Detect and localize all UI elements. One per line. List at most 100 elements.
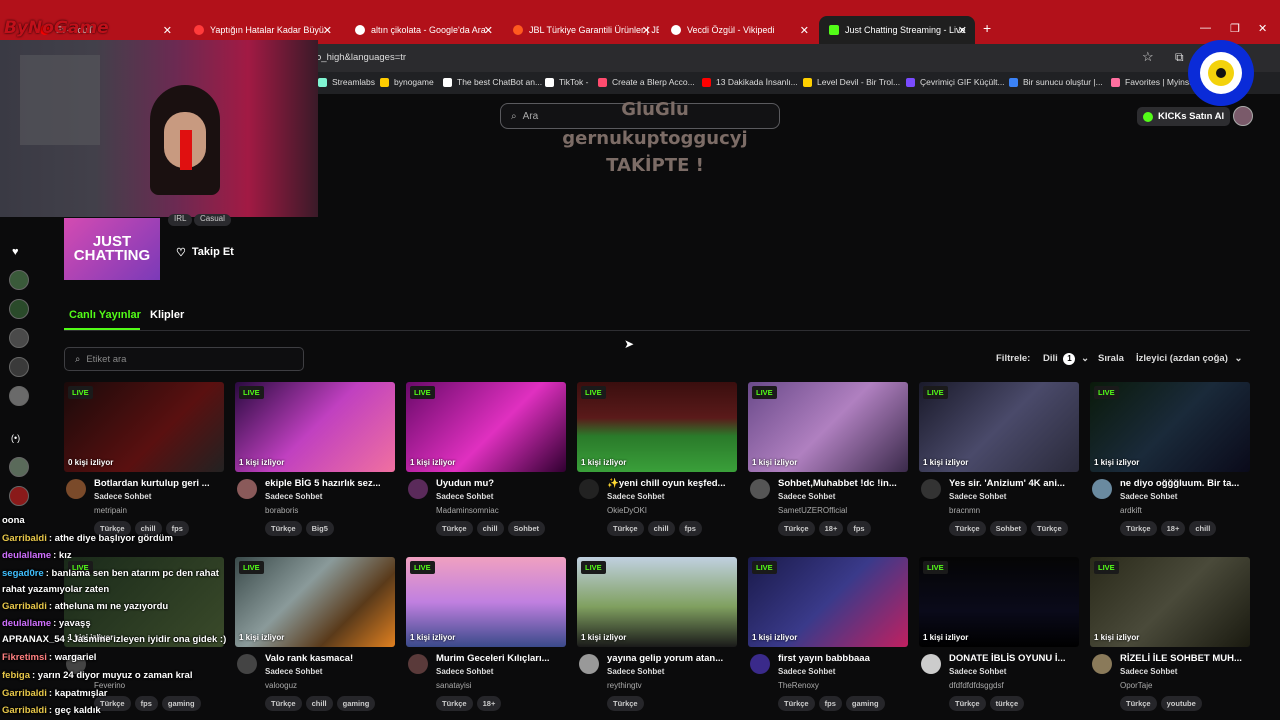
stream-thumbnail[interactable]: LIVE 1 kişi izliyor bbox=[577, 382, 737, 472]
close-icon[interactable]: ✕ bbox=[323, 24, 332, 37]
channel-avatar[interactable] bbox=[1092, 479, 1112, 499]
browser-tab-kick[interactable]: Just Chatting Streaming - Live ✕ bbox=[819, 16, 975, 44]
channel-avatar[interactable] bbox=[921, 654, 941, 674]
stream-card[interactable]: LIVE 1 kişi izliyor Yes sir. 'Anizium' 4… bbox=[919, 382, 1079, 542]
stream-title[interactable]: yayına gelip yorum atan... bbox=[607, 653, 735, 664]
following-heart-icon[interactable]: ♥ bbox=[12, 246, 19, 258]
sort-select[interactable]: İzleyici (azdan çoğa) ⌄ bbox=[1136, 353, 1242, 364]
tag-chip[interactable]: Türkçe bbox=[949, 521, 986, 536]
stream-thumbnail[interactable]: LIVE 1 kişi izliyor bbox=[1090, 557, 1250, 647]
stream-thumbnail[interactable]: LIVE 1 kişi izliyor bbox=[406, 557, 566, 647]
tag-chip[interactable]: Türkçe bbox=[265, 696, 302, 711]
sidebar-avatar[interactable] bbox=[9, 486, 29, 506]
tag-chip[interactable]: Türkçe bbox=[778, 696, 815, 711]
stream-category[interactable]: Sadece Sohbet bbox=[265, 667, 322, 676]
sidebar-avatar[interactable] bbox=[9, 386, 29, 406]
close-icon[interactable]: ✕ bbox=[958, 24, 967, 37]
tab-clips[interactable]: Klipler bbox=[150, 309, 184, 321]
channel-name[interactable]: reythingtv bbox=[607, 681, 642, 690]
channel-avatar[interactable] bbox=[408, 479, 428, 499]
tag-chip[interactable]: Sohbet bbox=[989, 521, 1028, 536]
language-filter[interactable]: Dili 1 ⌄ bbox=[1043, 353, 1089, 365]
channel-name[interactable]: OporTaje bbox=[1120, 681, 1152, 690]
url-text[interactable]: o_high&languages=tr bbox=[316, 52, 406, 63]
stream-title[interactable]: DONATE İBLİS OYUNU İ... bbox=[949, 653, 1077, 664]
stream-card[interactable]: LIVE 1 kişi izliyor Sohbet,Muhabbet !dc … bbox=[748, 382, 908, 542]
stream-title[interactable]: RİZELİ İLE SOHBET MUH... bbox=[1120, 653, 1248, 664]
channel-avatar[interactable] bbox=[408, 654, 428, 674]
channel-name[interactable]: sanatayisi bbox=[436, 681, 472, 690]
channel-name[interactable]: metripain bbox=[94, 506, 127, 515]
stream-card[interactable]: LIVE 1 kişi izliyor DONATE İBLİS OYUNU İ… bbox=[919, 557, 1079, 717]
stream-category[interactable]: Sadece Sohbet bbox=[607, 667, 664, 676]
bookmark-streamlabs[interactable]: Streamlabs bbox=[318, 77, 375, 87]
close-window-icon[interactable]: ✕ bbox=[1258, 22, 1267, 35]
stream-card[interactable]: LIVE 1 kişi izliyor Murim Geceleri Kılıç… bbox=[406, 557, 566, 717]
close-icon[interactable]: ✕ bbox=[163, 24, 172, 37]
stream-title[interactable]: ✨yeni chill oyun keşfed... bbox=[607, 478, 735, 489]
chat-username[interactable]: febiga bbox=[2, 670, 30, 681]
stream-category[interactable]: Sadece Sohbet bbox=[1120, 492, 1177, 501]
browser-tab-google[interactable]: altın çikolata - Google'da Ara ✕ bbox=[345, 16, 501, 44]
stream-thumbnail[interactable]: LIVE 1 kişi izliyor bbox=[577, 557, 737, 647]
stream-title[interactable]: ekiple BİG 5 hazırlık sez... bbox=[265, 478, 393, 489]
sidebar-avatar[interactable] bbox=[9, 328, 29, 348]
follow-button[interactable]: ♡ Takip Et bbox=[168, 240, 242, 264]
tag-chip[interactable]: Türkçe bbox=[436, 696, 473, 711]
stream-thumbnail[interactable]: LIVE 1 kişi izliyor bbox=[1090, 382, 1250, 472]
stream-card[interactable]: LIVE 1 kişi izliyor RİZELİ İLE SOHBET MU… bbox=[1090, 557, 1250, 717]
category-chip[interactable]: IRL bbox=[168, 214, 193, 226]
stream-thumbnail[interactable]: LIVE 1 kişi izliyor bbox=[748, 557, 908, 647]
category-chip[interactable]: Casual bbox=[194, 214, 231, 226]
tag-chip[interactable]: fps bbox=[847, 521, 871, 536]
stream-category[interactable]: Sadece Sohbet bbox=[436, 667, 493, 676]
buy-kicks-button[interactable]: KICKs Satın Al bbox=[1137, 107, 1231, 126]
stream-category[interactable]: Sadece Sohbet bbox=[778, 667, 835, 676]
channel-name[interactable]: bracnmn bbox=[949, 506, 980, 515]
tag-chip[interactable]: chill bbox=[305, 696, 333, 711]
channel-avatar[interactable] bbox=[750, 654, 770, 674]
channel-avatar[interactable] bbox=[579, 654, 599, 674]
browser-tab-wikipedia[interactable]: Vecdi Özgül - Vikipedi ✕ bbox=[661, 16, 817, 44]
bookmark-discord[interactable]: Bir sunucu oluştur |... bbox=[1009, 77, 1103, 87]
stream-category[interactable]: Sadece Sohbet bbox=[949, 667, 1006, 676]
live-radio-icon[interactable]: (•) bbox=[11, 433, 20, 443]
bookmark-tiktok[interactable]: TikTok - bbox=[545, 77, 588, 87]
tag-chip[interactable]: chill bbox=[476, 521, 504, 536]
stream-thumbnail[interactable]: LIVE 0 kişi izliyor bbox=[64, 382, 224, 472]
tag-chip[interactable]: fps bbox=[678, 521, 702, 536]
stream-card[interactable]: LIVE 1 kişi izliyor Uyudun mu? Sadece So… bbox=[406, 382, 566, 542]
sidebar-avatar[interactable] bbox=[9, 270, 29, 290]
stream-category[interactable]: Sadece Sohbet bbox=[436, 492, 493, 501]
minimize-icon[interactable]: — bbox=[1200, 22, 1211, 34]
close-icon[interactable]: ✕ bbox=[800, 24, 809, 37]
stream-title[interactable]: ne diyo oğğğluum. Bir ta... bbox=[1120, 478, 1248, 489]
stream-card[interactable]: LIVE 1 kişi izliyor Valo rank kasmaca! S… bbox=[235, 557, 395, 717]
stream-thumbnail[interactable]: LIVE 1 kişi izliyor bbox=[406, 382, 566, 472]
tag-chip[interactable]: gaming bbox=[845, 696, 885, 711]
browser-tab-jbl[interactable]: JBL Türkiye Garantili Ürünler | JB ✕ bbox=[503, 16, 659, 44]
bookmark-star-icon[interactable]: ☆ bbox=[1142, 49, 1154, 65]
sidebar-avatar[interactable] bbox=[9, 299, 29, 319]
stream-title[interactable]: Murim Geceleri Kılıçları... bbox=[436, 653, 564, 664]
tag-chip[interactable]: Türkçe bbox=[436, 521, 473, 536]
stream-card[interactable]: LIVE 1 kişi izliyor ✨yeni chill oyun keş… bbox=[577, 382, 737, 542]
new-tab-plus-icon[interactable]: + bbox=[983, 20, 991, 36]
tag-chip[interactable]: gaming bbox=[336, 696, 376, 711]
sidebar-avatar[interactable] bbox=[9, 457, 29, 477]
stream-title[interactable]: Yes sir. 'Anizium' 4K ani... bbox=[949, 478, 1077, 489]
stream-card[interactable]: LIVE 0 kişi izliyor Botlardan kurtulup g… bbox=[64, 382, 224, 542]
tag-chip[interactable]: 18+ bbox=[1160, 521, 1186, 536]
user-avatar[interactable] bbox=[1233, 106, 1253, 126]
tag-chip[interactable]: fps bbox=[818, 696, 842, 711]
extensions-icon[interactable]: ⧉ bbox=[1175, 50, 1184, 65]
tag-chip[interactable]: Türkçe bbox=[607, 696, 644, 711]
stream-category[interactable]: Sadece Sohbet bbox=[607, 492, 664, 501]
channel-avatar[interactable] bbox=[237, 654, 257, 674]
tag-chip[interactable]: 18+ bbox=[818, 521, 844, 536]
close-icon[interactable]: ✕ bbox=[642, 24, 651, 37]
stream-card[interactable]: LIVE 1 kişi izliyor first yayın babbbaaa… bbox=[748, 557, 908, 717]
bookmark-blerp[interactable]: Create a Blerp Acco... bbox=[598, 77, 695, 87]
bookmark-myinst[interactable]: Favorites | Myinst bbox=[1111, 77, 1191, 87]
tag-chip[interactable]: 18+ bbox=[476, 696, 502, 711]
